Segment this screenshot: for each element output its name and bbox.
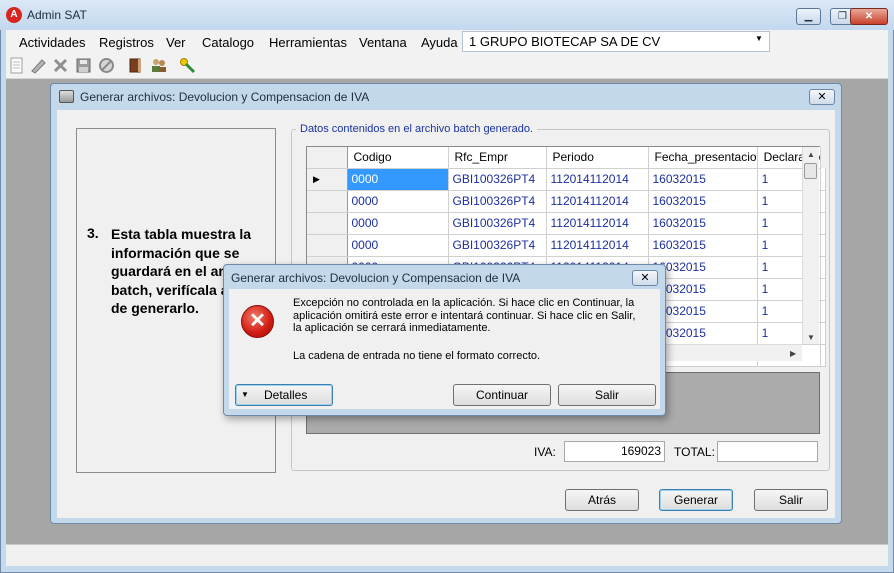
- menu-ver[interactable]: Ver: [166, 35, 186, 50]
- generate-files-close-button[interactable]: ✕: [809, 89, 835, 105]
- cell-fecha[interactable]: 16032015: [648, 234, 758, 257]
- cell-codigo[interactable]: 0000: [347, 212, 449, 235]
- database-icon: [59, 90, 74, 103]
- cell-rfc[interactable]: GBI100326PT4: [448, 212, 547, 235]
- cell-periodo[interactable]: 112014112014: [546, 190, 649, 213]
- cell-rfc[interactable]: GBI100326PT4: [448, 168, 547, 191]
- row-filler: [820, 212, 827, 235]
- cancel-icon[interactable]: [98, 57, 115, 74]
- company-select-value: 1 GRUPO BIOTECAP SA DE CV: [469, 34, 661, 49]
- column-header-fecha[interactable]: Fecha_presentacio: [648, 147, 758, 169]
- cell-codigo[interactable]: 0000: [347, 234, 449, 257]
- app-logo-icon: A: [6, 7, 22, 23]
- column-header-codigo[interactable]: Codigo: [347, 147, 449, 169]
- save-icon[interactable]: [75, 57, 92, 74]
- row-header[interactable]: [307, 190, 348, 213]
- chevron-down-icon[interactable]: ▼: [755, 34, 763, 43]
- cell-fecha[interactable]: 16032015: [648, 190, 758, 213]
- cell-fecha[interactable]: 16032015: [648, 212, 758, 235]
- back-button[interactable]: Atrás: [565, 489, 639, 511]
- cell-rfc[interactable]: GBI100326PT4: [448, 234, 547, 257]
- cell-periodo[interactable]: 112014112014: [546, 212, 649, 235]
- row-filler: [820, 344, 827, 367]
- menu-ventana[interactable]: Ventana: [359, 35, 407, 50]
- book-icon[interactable]: [127, 57, 144, 74]
- cell-periodo[interactable]: 112014112014: [546, 234, 649, 257]
- edit-icon[interactable]: [30, 57, 47, 74]
- menu-catalogo[interactable]: Catalogo: [202, 35, 254, 50]
- row-filler: [820, 234, 827, 257]
- minimize-button[interactable]: ▁: [796, 8, 821, 25]
- grid-vertical-scroll-thumb[interactable]: [804, 163, 817, 179]
- table-header-row: Codigo Rfc_Empr Periodo Fecha_presentaci…: [307, 147, 826, 169]
- column-header-rfc[interactable]: Rfc_Empr: [448, 147, 547, 169]
- error-message: Excepción no controlada en la aplicación…: [293, 297, 636, 334]
- batch-data-group-label: Datos contenidos en el archivo batch gen…: [296, 123, 537, 135]
- step-number: 3.: [87, 225, 99, 241]
- dialog-exit-button[interactable]: Salir: [558, 384, 656, 406]
- row-header[interactable]: [307, 212, 348, 235]
- cell-periodo[interactable]: 112014112014: [546, 168, 649, 191]
- new-document-icon[interactable]: [8, 57, 25, 74]
- total-field[interactable]: [717, 441, 818, 462]
- scroll-up-icon[interactable]: ▲: [807, 150, 815, 159]
- generate-files-window-title: Generar archivos: Devolucion y Compensac…: [80, 90, 370, 104]
- row-filler: [820, 322, 827, 345]
- row-filler: [820, 256, 827, 279]
- menu-ayuda[interactable]: Ayuda: [421, 35, 458, 50]
- status-bar: [6, 544, 888, 566]
- row-filler: [820, 190, 827, 213]
- table-row[interactable]: 0000GBI100326PT4112014112014160320151: [307, 190, 827, 213]
- row-filler: [820, 168, 827, 191]
- key-icon[interactable]: [179, 57, 196, 74]
- continue-button[interactable]: Continuar: [453, 384, 551, 406]
- details-button[interactable]: Detalles: [235, 384, 333, 406]
- details-chevron-down-icon: ▼: [241, 390, 249, 399]
- table-row[interactable]: 0000GBI100326PT4112014112014160320151: [307, 234, 827, 257]
- table-row[interactable]: 0000GBI100326PT4112014112014160320151: [307, 212, 827, 235]
- scroll-down-icon[interactable]: ▼: [807, 333, 815, 342]
- cell-codigo[interactable]: 0000: [347, 190, 449, 213]
- error-icon: ✕: [241, 305, 274, 338]
- table-row[interactable]: 0000GBI100326PT4112014112014160320151: [307, 168, 827, 191]
- menu-registros[interactable]: Registros: [99, 35, 154, 50]
- app-title: Admin SAT: [27, 8, 87, 22]
- generate-button[interactable]: Generar: [659, 489, 733, 511]
- row-header[interactable]: [307, 234, 348, 257]
- error-detail: La cadena de entrada no tiene el formato…: [293, 350, 541, 362]
- iva-field[interactable]: 169023: [564, 441, 665, 462]
- menu-herramientas[interactable]: Herramientas: [269, 35, 347, 50]
- menu-actividades[interactable]: Actividades: [19, 35, 85, 50]
- cell-fecha[interactable]: 16032015: [648, 168, 758, 191]
- cell-codigo[interactable]: 0000: [347, 168, 449, 191]
- total-label: TOTAL:: [674, 445, 715, 459]
- main-title-bar[interactable]: [0, 0, 894, 30]
- column-header-periodo[interactable]: Periodo: [546, 147, 649, 169]
- exit-button[interactable]: Salir: [754, 489, 828, 511]
- iva-label: IVA:: [534, 445, 556, 459]
- close-app-button[interactable]: ✕: [850, 8, 888, 25]
- delete-icon[interactable]: [52, 57, 69, 74]
- error-dialog-close-button[interactable]: ✕: [632, 270, 658, 286]
- cell-rfc[interactable]: GBI100326PT4: [448, 190, 547, 213]
- row-filler: [820, 278, 827, 301]
- scroll-right-icon[interactable]: ▶: [790, 349, 796, 358]
- row-filler: [820, 300, 827, 323]
- row-header-corner: [307, 147, 348, 169]
- current-row-indicator-icon: ▶: [313, 174, 320, 184]
- error-dialog-title: Generar archivos: Devolucion y Compensac…: [231, 271, 521, 285]
- users-icon[interactable]: [150, 57, 167, 74]
